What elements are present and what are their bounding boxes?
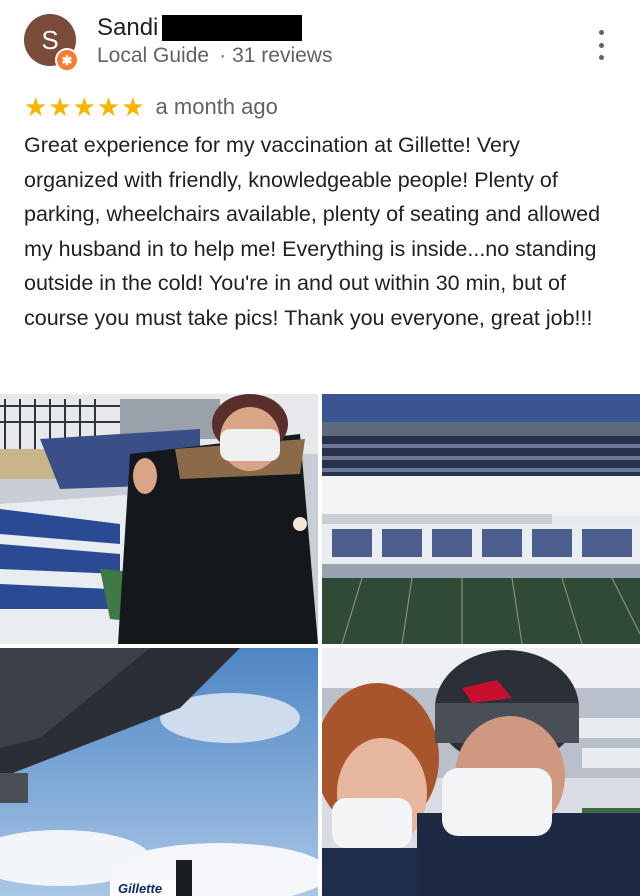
avatar-letter: S xyxy=(41,24,59,55)
local-guide-badge-icon: ✱ xyxy=(55,48,79,72)
reviewer-meta: Local Guide · 31 reviews xyxy=(97,44,332,68)
reviewer-review-count: 31 reviews xyxy=(232,44,333,67)
rating-row: ★★★★★ a month ago xyxy=(24,94,278,120)
redaction-bar xyxy=(162,15,303,41)
review-photo-2[interactable] xyxy=(322,394,640,644)
review-header: S ✱ Sandi Local Guide · 31 reviews xyxy=(0,0,640,90)
review-text: Great experience for my vaccination at G… xyxy=(24,133,601,330)
more-vert-icon[interactable] xyxy=(588,30,614,60)
reviewer-name[interactable]: Sandi xyxy=(97,14,158,42)
star-rating: ★★★★★ xyxy=(24,92,146,122)
stadium-sign-text: Gillette xyxy=(118,881,162,896)
reviewer-role: Local Guide xyxy=(97,44,210,67)
reviewer-name-row[interactable]: Sandi xyxy=(97,14,303,42)
review-photo-4[interactable] xyxy=(322,648,640,896)
meta-separator: · xyxy=(219,44,227,67)
review-time: a month ago xyxy=(155,94,278,119)
review-photo-3[interactable]: Gillette xyxy=(0,648,318,896)
review-photo-1[interactable] xyxy=(0,394,318,644)
